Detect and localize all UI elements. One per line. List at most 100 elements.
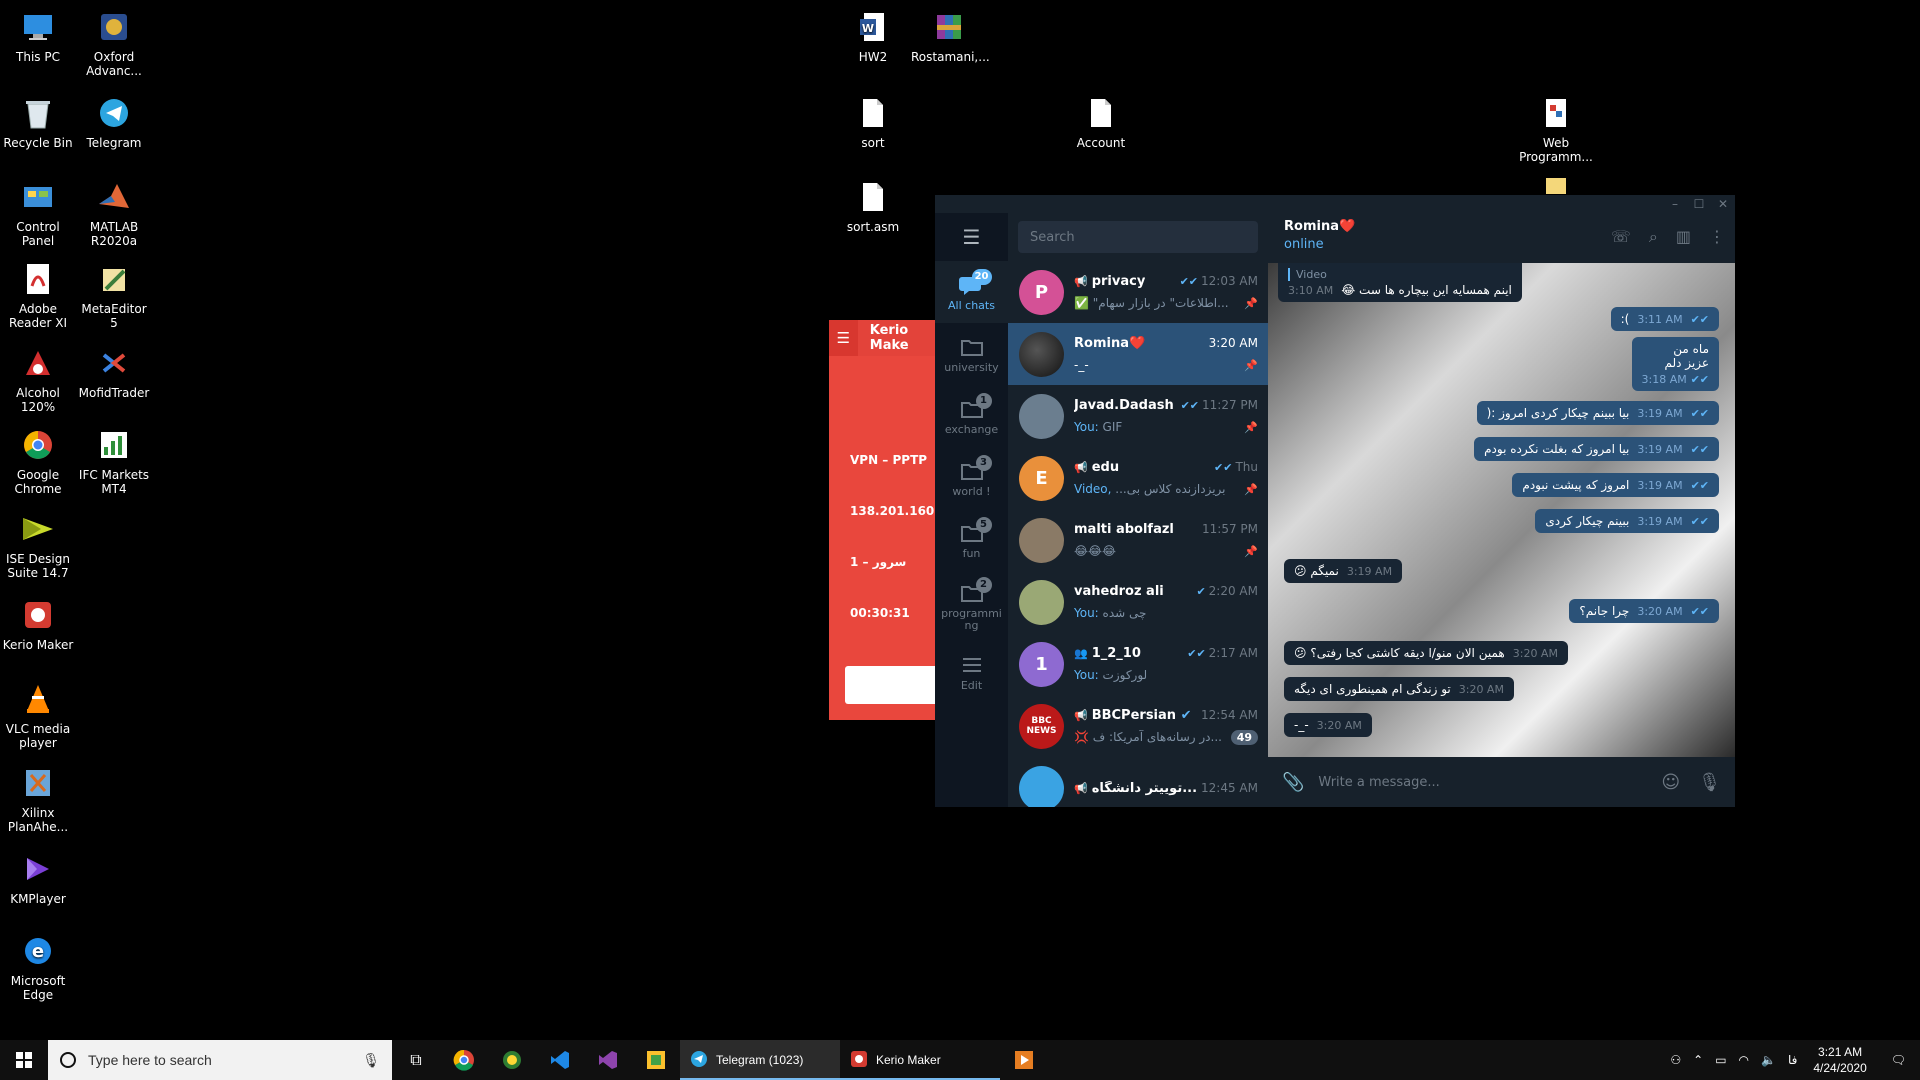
message-incoming[interactable]: تو زندگی ام همینطوری ای دیگه 3:20 AM [1284, 677, 1514, 701]
visual-studio-icon[interactable] [584, 1040, 632, 1080]
folder-world[interactable]: 3 world ! [935, 447, 1008, 509]
task-view-icon[interactable]: ⧉ [392, 1040, 440, 1080]
computer-icon [17, 6, 59, 48]
desktop-icon-xilinx[interactable]: Xilinx PlanAhe... [0, 762, 76, 834]
desktop-icon-label: MATLAB R2020a [89, 220, 139, 248]
desktop-icon-metaeditor[interactable]: MetaEditor 5 [76, 258, 152, 330]
photos-icon[interactable] [488, 1040, 536, 1080]
menu-icon[interactable]: ☰ [829, 320, 858, 356]
desktop-icon-rostamani[interactable]: Rostamani,... [911, 6, 990, 64]
desktop-icon-control-panel[interactable]: Control Panel [0, 176, 76, 248]
desktop-icon-vlc[interactable]: VLC media player [0, 678, 76, 750]
desktop-icon-adobe-reader[interactable]: Adobe Reader XI [0, 258, 76, 330]
hamburger-menu-icon[interactable]: ☰ [935, 213, 1008, 261]
message-outgoing[interactable]: :( 3:11 AM ✔✔ [1610, 307, 1719, 331]
clock[interactable]: 3:21 AM 4/24/2020 [1803, 1044, 1876, 1076]
message-incoming[interactable]: همین الان منو/ا دیقه کاشتی کجا رفتی؟ 😕 3… [1284, 641, 1568, 665]
desktop-icon-chrome[interactable]: Google Chrome [0, 424, 76, 496]
message-incoming[interactable]: Video 3:10 AM اینم همسایه این بیچاره ها س… [1278, 263, 1522, 302]
desktop-icon-kmplayer[interactable]: KMPlayer [0, 848, 76, 906]
language-indicator[interactable]: فا [1782, 1053, 1803, 1067]
message-outgoing[interactable]: بیا ببینم چیکار کردی امروز :( 3:19 AM ✔✔ [1476, 401, 1719, 425]
notifications-icon[interactable]: 🗨 [1877, 1053, 1920, 1067]
taskbar-app-telegram[interactable]: Telegram (1023) [680, 1040, 840, 1080]
message-incoming[interactable]: نمیگم 😕 3:19 AM [1284, 559, 1403, 583]
message-incoming[interactable]: -_- 3:20 AM [1284, 713, 1372, 737]
chat-row-bbcpersian[interactable]: BBC NEWS 📢 BBCPersian ✔ 12:54 AM 💢 در رسان… [1008, 695, 1268, 757]
folder-university[interactable]: university [935, 323, 1008, 385]
chat-row-vahedroz[interactable]: vahedroz ali ✔ 2:20 AM You: چی شده [1008, 571, 1268, 633]
chat-row-1-2-10[interactable]: 1 👥 1_2_10 ✔✔ 2:17 AM You: لورکوزت [1008, 633, 1268, 695]
chat-name: Romina❤️ [1074, 335, 1146, 351]
maximize-icon[interactable]: ☐ [1687, 195, 1711, 213]
desktop-icon-ifc[interactable]: IFC Markets MT4 [76, 424, 152, 496]
chat-row-privacy[interactable]: P 📢 privacy ✔✔ 12:03 AM ✅ "اطلاعات" در بازا… [1008, 261, 1268, 323]
chat-row-twitter-university[interactable]: 📢 توییتر دانشگاه... 12:45 AM [1008, 757, 1268, 807]
chrome-icon[interactable] [440, 1040, 488, 1080]
folder-all-chats[interactable]: 20 All chats [935, 261, 1008, 323]
microphone-icon[interactable]: 🎙 [1698, 772, 1721, 793]
desktop-icon-matlab[interactable]: MATLAB R2020a [76, 176, 152, 248]
media-player-icon[interactable] [1000, 1040, 1048, 1080]
desktop-icon-telegram[interactable]: Telegram [76, 92, 152, 150]
more-vertical-icon[interactable]: ⋮ [1709, 227, 1725, 247]
telegram-icon [93, 92, 135, 134]
vscode-icon[interactable] [536, 1040, 584, 1080]
folder-programming[interactable]: 2 programming [935, 571, 1008, 641]
desktop-icon-sort[interactable]: sort [835, 92, 911, 150]
chat-row-malti[interactable]: malti abolfazl 11:57 PM 😂😂😂 📌 [1008, 509, 1268, 571]
folder-icon: 2 [958, 576, 992, 605]
desktop-icon-this-pc[interactable]: This PC [0, 6, 76, 64]
chevron-up-icon[interactable]: ⌃ [1687, 1053, 1709, 1067]
phone-icon[interactable]: ☏ [1611, 227, 1631, 247]
message-outgoing[interactable]: بیا امروز که بغلت نکرده بودم 3:19 AM ✔✔ [1474, 437, 1719, 461]
search-input[interactable] [1018, 221, 1258, 253]
people-icon[interactable]: ⚇ [1664, 1053, 1687, 1067]
message-outgoing[interactable]: چرا جانم؟ 3:20 AM ✔✔ [1569, 599, 1719, 623]
chat-row-javad[interactable]: Javad.Dadash ✔✔ 11:27 PM You: GIF 📌 [1008, 385, 1268, 447]
folder-icon[interactable] [1546, 178, 1566, 194]
volume-icon[interactable]: 🔈 [1755, 1053, 1782, 1067]
chat-row-edu[interactable]: E 📢 edu ✔✔ Thu Video, ...بریزدازنده کلاس بی… [1008, 447, 1268, 509]
folder-fun[interactable]: 5 fun [935, 509, 1008, 571]
windows-start-icon[interactable] [0, 1040, 48, 1080]
microphone-icon[interactable]: 🎙 [362, 1052, 380, 1069]
desktop-icon-edge[interactable]: e Microsoft Edge [0, 930, 76, 1002]
kerio-connect-button[interactable] [845, 666, 939, 704]
paperclip-icon[interactable]: 📎 [1282, 772, 1304, 793]
taskbar-app-kerio[interactable]: Kerio Maker [840, 1040, 1000, 1080]
kerio-maker-window[interactable]: ☰ Kerio Make VPN – PPTP 138.201.160.22 س… [829, 320, 939, 720]
minimize-icon[interactable]: – [1663, 195, 1687, 213]
message-outgoing[interactable]: ببینم چیکار کردی 3:19 AM ✔✔ [1535, 509, 1719, 533]
desktop-icon-kerio[interactable]: Kerio Maker [0, 594, 76, 652]
sidebar-toggle-icon[interactable]: ▥ [1676, 227, 1691, 247]
desktop-icon-label: Google Chrome [14, 468, 62, 496]
desktop-icon-web-programming[interactable]: Web Programm... [1518, 92, 1594, 164]
double-check-icon: ✔✔ [1690, 605, 1709, 618]
network-icon[interactable]: ◠ [1733, 1053, 1755, 1067]
desktop-icon-hw2[interactable]: W HW2 [835, 6, 911, 64]
app-icon[interactable] [632, 1040, 680, 1080]
message-outgoing[interactable]: ماه من عزیز دلم 3:18 AM ✔✔ [1631, 337, 1719, 391]
taskbar-search[interactable]: 🎙 [48, 1040, 392, 1080]
desktop-icon-recycle-bin[interactable]: Recycle Bin [0, 92, 76, 150]
desktop-icon-ise[interactable]: ISE Design Suite 14.7 [0, 508, 76, 580]
desktop-icon-label: sort.asm [846, 220, 900, 234]
desktop-icon-sort-asm[interactable]: sort.asm [835, 176, 911, 234]
close-icon[interactable]: ✕ [1711, 195, 1735, 213]
desktop-icon-alcohol[interactable]: Alcohol 120% [0, 342, 76, 414]
search-icon[interactable]: ⌕ [1649, 227, 1658, 247]
emoji-icon[interactable]: ☺ [1661, 772, 1680, 793]
message-input[interactable] [1318, 774, 1648, 790]
folder-edit[interactable]: Edit [935, 641, 1008, 703]
message-outgoing[interactable]: امروز که پیشت نبودم 3:19 AM ✔✔ [1512, 473, 1719, 497]
battery-icon[interactable]: ▭ [1709, 1053, 1732, 1067]
folder-exchange[interactable]: 1 exchange [935, 385, 1008, 447]
chat-row-romina[interactable]: Romina❤️ 3:20 AM -_- 📌 [1008, 323, 1268, 385]
desktop-icon-mofid[interactable]: MofidTrader [76, 342, 152, 400]
matlab-icon [93, 176, 135, 218]
desktop-icon-oxford[interactable]: Oxford Advanc... [76, 6, 152, 78]
taskbar-search-input[interactable] [88, 1052, 363, 1068]
desktop-icon-account[interactable]: Account [1063, 92, 1139, 150]
chat-name: privacy [1091, 273, 1146, 289]
